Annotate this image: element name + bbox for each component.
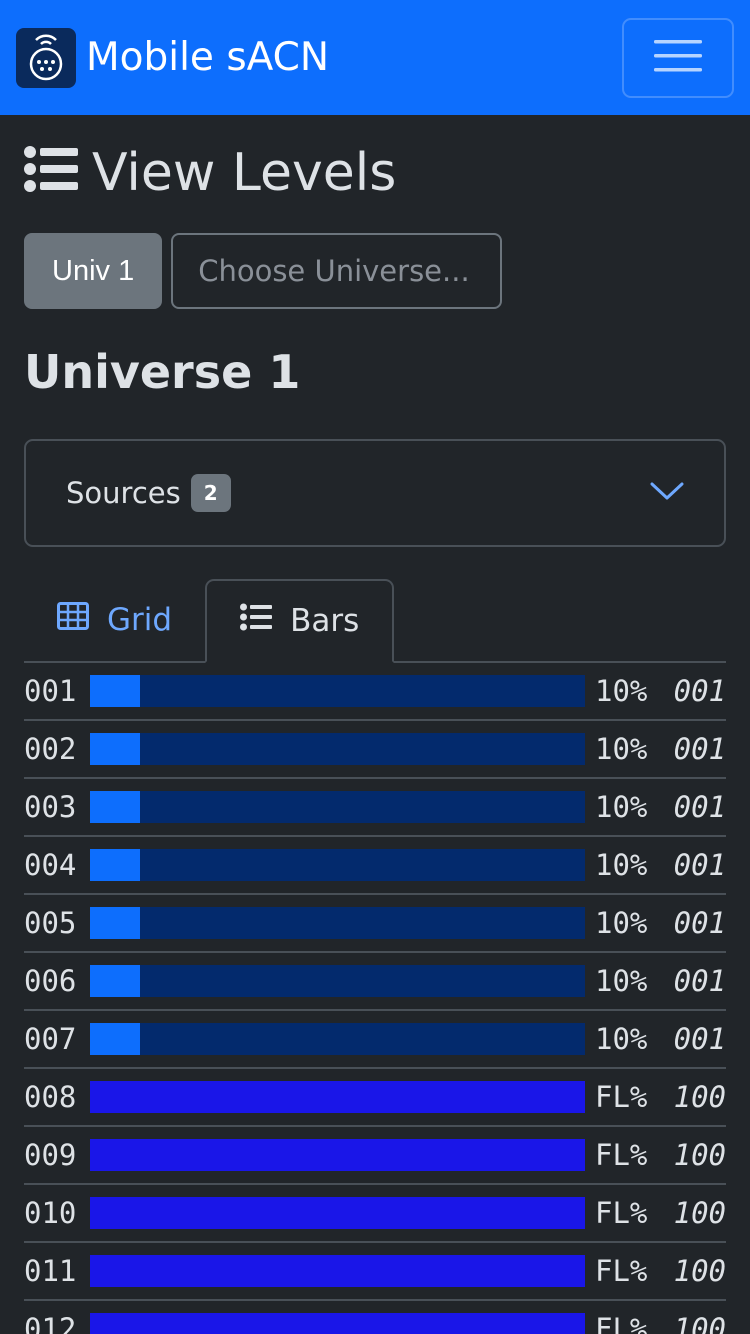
level-raw-value: 001 [673, 906, 726, 940]
level-bar-fill [90, 1255, 585, 1287]
main-content: View Levels Univ 1 Choose Universe... Un… [0, 143, 750, 1334]
level-bar-fill [90, 965, 140, 997]
level-percent: 10% [595, 674, 648, 708]
page-title-text: View Levels [92, 143, 397, 203]
level-raw-value: 001 [673, 848, 726, 882]
channel-number: 007 [24, 1022, 77, 1056]
level-bar-track [90, 791, 585, 823]
table-row: 006 10% 001 [24, 953, 726, 1011]
navbar: Mobile sACN [0, 0, 750, 115]
level-raw-value: 100 [673, 1138, 726, 1172]
level-bar-fill [90, 675, 140, 707]
channel-number: 008 [24, 1080, 77, 1114]
level-bar-track [90, 1081, 585, 1113]
level-percent: FL% [595, 1254, 648, 1288]
sources-count-badge: 2 [190, 474, 231, 512]
channel-number: 001 [24, 674, 77, 708]
level-raw-value: 100 [673, 1254, 726, 1288]
level-bar-track [90, 1023, 585, 1055]
universe-selector: Univ 1 Choose Universe... [24, 233, 726, 309]
level-bar-fill [90, 1023, 140, 1055]
level-percent: 10% [595, 1022, 648, 1056]
list-icon [240, 603, 273, 639]
table-row: 003 10% 001 [24, 779, 726, 837]
channel-number: 012 [24, 1312, 77, 1334]
table-row: 005 10% 001 [24, 895, 726, 953]
level-raw-value: 001 [673, 964, 726, 998]
list-icon [24, 146, 78, 200]
level-bar-track [90, 1313, 585, 1334]
level-bar-fill [90, 1139, 585, 1171]
level-raw-value: 001 [673, 732, 726, 766]
brand[interactable]: Mobile sACN [16, 27, 330, 88]
level-percent: FL% [595, 1196, 648, 1230]
level-percent: FL% [595, 1138, 648, 1172]
level-bar-fill [90, 1313, 585, 1334]
level-raw-value: 001 [673, 674, 726, 708]
channel-number: 009 [24, 1138, 77, 1172]
dmx-connector-icon [16, 27, 76, 88]
channel-number: 004 [24, 848, 77, 882]
level-bar-fill [90, 733, 140, 765]
level-percent: 10% [595, 906, 648, 940]
sources-label: Sources [66, 476, 181, 510]
level-bar-track [90, 733, 585, 765]
level-bar-track [90, 675, 585, 707]
level-percent: FL% [595, 1312, 648, 1334]
table-row: 002 10% 001 [24, 721, 726, 779]
tab-bars-label: Bars [290, 603, 360, 639]
table-row: 009 FL% 100 [24, 1127, 726, 1185]
level-percent: 10% [595, 790, 648, 824]
level-raw-value: 001 [673, 1022, 726, 1056]
view-tabs: Grid Bars [24, 578, 726, 663]
sources-accordion[interactable]: Sources 2 [24, 439, 726, 547]
level-percent: 10% [595, 964, 648, 998]
level-raw-value: 100 [673, 1080, 726, 1114]
brand-text: Mobile sACN [86, 35, 330, 80]
table-row: 001 10% 001 [24, 663, 726, 721]
level-percent: 10% [595, 732, 648, 766]
tab-grid-label: Grid [107, 601, 173, 638]
level-bar-fill [90, 1081, 585, 1113]
hamburger-icon [654, 38, 702, 77]
level-bar-track [90, 1139, 585, 1171]
tab-grid[interactable]: Grid [24, 578, 205, 661]
channel-number: 006 [24, 964, 77, 998]
level-bars: 001 10% 001 002 10% 001 003 10% 001 004 10% 001 005 1… [24, 663, 726, 1334]
level-bar-track [90, 1197, 585, 1229]
table-row: 012 FL% 100 [24, 1301, 726, 1334]
channel-number: 003 [24, 790, 77, 824]
menu-toggle-button[interactable] [622, 17, 734, 98]
level-bar-track [90, 907, 585, 939]
level-raw-value: 001 [673, 790, 726, 824]
channel-number: 002 [24, 732, 77, 766]
channel-number: 005 [24, 906, 77, 940]
level-percent: 10% [595, 848, 648, 882]
tab-bars[interactable]: Bars [205, 579, 395, 663]
table-row: 008 FL% 100 [24, 1069, 726, 1127]
level-bar-fill [90, 791, 140, 823]
level-bar-track [90, 965, 585, 997]
level-bar-fill [90, 849, 140, 881]
universe-title: Universe 1 [24, 345, 301, 399]
level-bar-fill [90, 907, 140, 939]
chevron-down-icon [650, 481, 684, 505]
universe-1-button[interactable]: Univ 1 [24, 233, 163, 309]
page-title: View Levels [24, 143, 726, 203]
grid-icon [57, 601, 89, 638]
table-row: 004 10% 001 [24, 837, 726, 895]
choose-universe-select[interactable]: Choose Universe... [171, 233, 503, 309]
level-bar-fill [90, 1197, 585, 1229]
table-row: 011 FL% 100 [24, 1243, 726, 1301]
channel-number: 010 [24, 1196, 77, 1230]
channel-number: 011 [24, 1254, 77, 1288]
level-raw-value: 100 [673, 1196, 726, 1230]
level-bar-track [90, 849, 585, 881]
level-bar-track [90, 1255, 585, 1287]
table-row: 010 FL% 100 [24, 1185, 726, 1243]
table-row: 007 10% 001 [24, 1011, 726, 1069]
level-percent: FL% [595, 1080, 648, 1114]
level-raw-value: 100 [673, 1312, 726, 1334]
sources-header: Sources 2 [66, 474, 231, 512]
